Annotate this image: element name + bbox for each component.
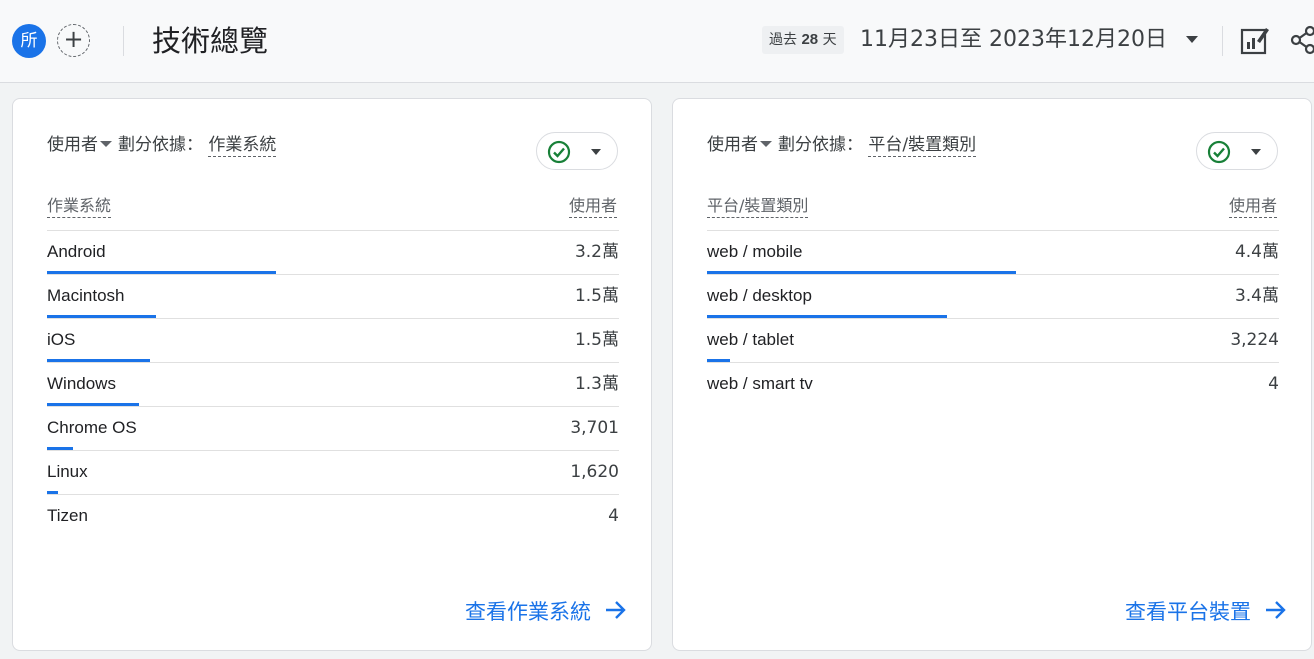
split-label: 劃分依據：: [778, 135, 863, 155]
view-platform-link[interactable]: 查看平台裝置: [1125, 597, 1287, 628]
caret-down-icon[interactable]: [100, 141, 112, 147]
table-row[interactable]: web / smart tv 4: [707, 362, 1279, 406]
table-row[interactable]: web / desktop 3.4萬: [707, 274, 1279, 318]
comparison-filter-button[interactable]: [1196, 132, 1278, 170]
row-value: 3.4萬: [1234, 286, 1279, 306]
row-value: 4.4萬: [1234, 242, 1279, 262]
row-label: web / desktop: [707, 286, 812, 305]
card-header: 使用者 劃分依據： 作業系統: [47, 133, 277, 157]
view-link-label: 查看平台裝置: [1125, 600, 1251, 624]
property-avatar[interactable]: 所: [12, 24, 46, 58]
caret-down-icon[interactable]: [760, 141, 772, 147]
table-row[interactable]: Linux 1,620: [47, 450, 619, 494]
range-suffix: 天: [822, 32, 837, 48]
row-value: 1.5萬: [574, 286, 619, 306]
metric-selector[interactable]: 使用者: [47, 135, 98, 155]
row-value: 4: [608, 506, 619, 526]
chevron-down-icon: [591, 149, 601, 155]
row-label: Windows: [47, 374, 116, 393]
date-range-chip[interactable]: 過去 28 天: [762, 26, 844, 54]
row-label: web / mobile: [707, 242, 803, 261]
row-value: 4: [1268, 374, 1279, 394]
table-row[interactable]: Tizen 4: [47, 494, 619, 538]
row-label: web / smart tv: [707, 374, 813, 393]
row-value: 1.5萬: [574, 330, 619, 350]
page-title: 技術總覽: [152, 24, 269, 58]
split-label: 劃分依據：: [118, 135, 203, 155]
row-label: web / tablet: [707, 330, 794, 349]
row-label: Linux: [47, 462, 88, 481]
row-value: 3.2萬: [574, 242, 619, 262]
table-row[interactable]: Android 3.2萬: [47, 230, 619, 274]
data-table: Android 3.2萬 Macintosh 1.5萬 iOS 1.5萬 Windows 1.…: [47, 230, 619, 538]
table-row[interactable]: web / tablet 3,224: [707, 318, 1279, 362]
arrow-right-icon: [605, 598, 627, 628]
platform-card: 使用者 劃分依據： 平台/裝置類別 平台/裝置類別 使用者 web / mobil…: [672, 98, 1312, 651]
divider: [1222, 26, 1223, 56]
range-prefix: 過去: [769, 32, 797, 48]
row-value: 1.3萬: [574, 374, 619, 394]
date-range-label[interactable]: 11月23日至 2023年12月20日: [860, 24, 1167, 56]
add-comparison-button[interactable]: +: [57, 24, 90, 57]
table-row[interactable]: iOS 1.5萬: [47, 318, 619, 362]
table-row[interactable]: Macintosh 1.5萬: [47, 274, 619, 318]
share-icon[interactable]: [1290, 25, 1314, 60]
row-value: 1,620: [570, 462, 619, 482]
check-circle-icon: [547, 140, 571, 164]
range-days: 28: [801, 31, 819, 48]
table-row[interactable]: Chrome OS 3,701: [47, 406, 619, 450]
view-link-label: 查看作業系統: [465, 600, 591, 624]
metric-selector[interactable]: 使用者: [707, 135, 758, 155]
column-header-metric[interactable]: 使用者: [1228, 195, 1277, 218]
row-value: 3,224: [1230, 330, 1279, 350]
edit-chart-icon[interactable]: [1240, 25, 1270, 60]
comparison-filter-button[interactable]: [536, 132, 618, 170]
chevron-down-icon: [1251, 149, 1261, 155]
view-os-link[interactable]: 查看作業系統: [465, 597, 627, 628]
top-bar: 所 + 技術總覽 過去 28 天 11月23日至 2023年12月20日: [0, 0, 1314, 83]
data-table: web / mobile 4.4萬 web / desktop 3.4萬 web / t…: [707, 230, 1279, 406]
row-label: Macintosh: [47, 286, 125, 305]
chevron-down-icon[interactable]: [1186, 36, 1198, 43]
column-header-metric[interactable]: 使用者: [568, 195, 617, 218]
arrow-right-icon: [1265, 598, 1287, 628]
column-header-dimension[interactable]: 作業系統: [47, 195, 112, 218]
row-value: 3,701: [570, 418, 619, 438]
os-card: 使用者 劃分依據： 作業系統 作業系統 使用者 Android 3.2萬 Macint…: [12, 98, 652, 651]
card-header: 使用者 劃分依據： 平台/裝置類別: [707, 133, 977, 157]
table-row[interactable]: Windows 1.3萬: [47, 362, 619, 406]
dimension-selector[interactable]: 作業系統: [208, 135, 277, 157]
row-label: Tizen: [47, 506, 88, 525]
row-label: Android: [47, 242, 106, 261]
divider: [123, 26, 124, 56]
check-circle-icon: [1207, 140, 1231, 164]
row-label: Chrome OS: [47, 418, 137, 437]
column-header-dimension[interactable]: 平台/裝置類別: [707, 195, 809, 218]
table-row[interactable]: web / mobile 4.4萬: [707, 230, 1279, 274]
dimension-selector[interactable]: 平台/裝置類別: [868, 135, 977, 157]
row-label: iOS: [47, 330, 76, 349]
